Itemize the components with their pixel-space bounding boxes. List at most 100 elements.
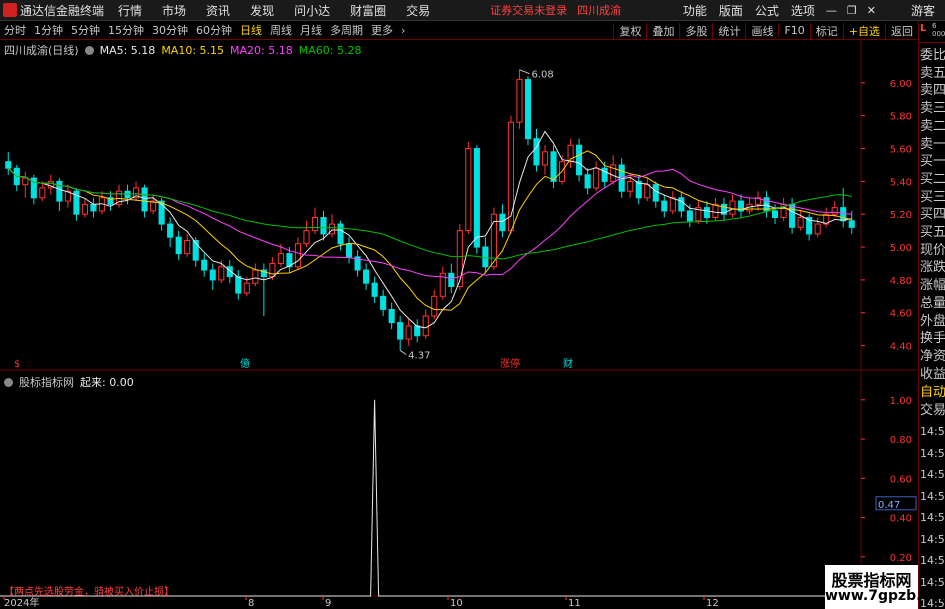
candle-body [524,79,532,140]
menu-news[interactable]: 资讯 [206,2,230,19]
candle-body [678,197,685,212]
candle-body [201,259,208,271]
period-60min[interactable]: 60分钟 [196,22,232,38]
tick-time: 14:56 [920,425,945,438]
gear-icon[interactable] [84,45,94,55]
candle-body [167,223,174,238]
login-status[interactable]: 证券交易未登录 [490,2,567,18]
indicator-panel[interactable]: 1.00 0.80 0.60 0.40 0.20 0.47 2024年 8 9 10 11 12 股标… [0,372,918,609]
candle-body [5,161,12,169]
close-icon[interactable]: ✕ [867,4,876,17]
tool-draw[interactable]: 画线 [745,22,778,39]
candle-body [414,325,421,337]
candle-body [22,177,29,186]
indicator-chart[interactable]: 1.000.800.600.400.200.472024年 8 9 10 11 12 [0,372,918,609]
trade-label[interactable]: 交易 [920,402,945,419]
tool-add-watch[interactable]: +自选 [842,22,885,39]
watermark: 股票指标网 www.7gpzb.com [825,565,945,609]
date-label: 11 [568,598,581,609]
quote-row-label: 卖一 [920,136,945,152]
tool-back[interactable]: 返回 [885,22,918,39]
tool-f10[interactable]: F10 [778,24,809,37]
menu-wealth[interactable]: 财富圈 [350,2,386,19]
menu-function[interactable]: 功能 [683,2,707,19]
quote-row-label: 买三 [920,189,945,205]
candle-body [397,322,404,340]
candle-body [81,203,88,215]
menu-quotes[interactable]: 行情 [118,2,142,19]
tool-adjust[interactable]: 复权 [613,22,646,39]
indicator-label: 起来: 0.00 [80,376,134,389]
period-more[interactable]: 更多 [371,22,393,38]
candle-body [346,243,353,258]
app-title: 通达信金融终端 [20,3,105,18]
menu-ask[interactable]: 问小达 [294,2,330,19]
candle-body [627,180,634,192]
high-label: 6.08 [531,70,553,81]
indicator-y-tick-label: 0.40 [890,514,912,525]
period-multi[interactable]: 多周期 [330,22,363,38]
event-label: 涨停 [500,357,520,370]
candle-body [209,269,216,281]
quote-row-label: 卖三 [920,101,945,117]
period-30min[interactable]: 30分钟 [152,22,188,38]
candle-body [729,200,736,215]
menu-market[interactable]: 市场 [162,2,186,19]
watermark-url: www.7gpzb.com [825,588,945,604]
ma5-label: MA5: 5.18 [99,43,156,57]
candle-body [448,272,455,287]
y-tick-label: 5.80 [890,112,912,123]
candle-body [294,243,301,268]
tool-mark[interactable]: 标记 [809,22,843,39]
candle-body [644,184,651,199]
period-daily[interactable]: 日线 [240,22,262,38]
candle-body [269,262,276,278]
more-arrow-icon[interactable]: › [401,24,405,37]
indicator-line [0,399,860,597]
candle-body [405,325,412,340]
menu-discover[interactable]: 发现 [250,2,274,19]
tool-multi-stock[interactable]: 多股 [679,22,712,39]
candle-body [175,236,182,255]
restore-icon[interactable]: ❐ [847,4,857,17]
kline-panel[interactable]: 6.00 5.80 5.60 5.40 5.20 5.00 4.80 4.60 4.40 6.08… [0,40,918,371]
period-weekly[interactable]: 周线 [270,22,292,38]
candle-body [388,308,395,324]
candle-body [703,207,710,218]
y-tick-label: 5.20 [890,210,912,221]
period-monthly[interactable]: 月线 [300,22,322,38]
menu-layout[interactable]: 版面 [719,2,743,19]
candle-body [584,174,591,189]
app-logo-icon [3,3,17,17]
candle-body [320,216,327,235]
indicator-value-label: 0.47 [878,500,900,511]
y-tick-label: 4.40 [890,342,912,353]
auto-label[interactable]: 自动 [920,384,945,401]
quote-row-label: 涨幅 [920,278,945,294]
quote-row-label: 外盘 [920,313,945,329]
tool-overlay[interactable]: 叠加 [646,22,679,39]
indicator-y-tick-label: 0.80 [890,435,912,446]
candle-body [797,216,804,228]
menu-options[interactable]: 选项 [791,2,815,19]
minimize-icon[interactable]: — [826,4,837,17]
menu-trade[interactable]: 交易 [406,2,430,19]
candle-body [311,216,319,232]
period-5min[interactable]: 5分钟 [71,22,100,38]
guest-user[interactable]: 游客 [911,2,935,19]
gear-icon[interactable] [4,377,13,387]
candle-body [371,282,378,297]
quote-row-label: 卖二 [920,118,945,134]
candle-body [456,230,463,287]
period-tick[interactable]: 分时 [4,22,26,38]
quote-side-panel: L 6 0000 委比卖五卖四卖三卖二卖一买一买二买三买四买五现价涨跌涨幅总量外… [918,21,945,609]
menu-formula[interactable]: 公式 [755,2,779,19]
candle-body [303,230,310,245]
tool-stats[interactable]: 统计 [712,22,745,39]
kline-chart[interactable]: 6.00 5.80 5.60 5.40 5.20 5.00 4.80 4.60 4.40 6.08… [0,40,918,371]
period-toolbar: 分时 1分钟 5分钟 15分钟 30分钟 60分钟 日线 周线 月线 多周期 更… [0,21,918,40]
date-label: 9 [325,598,331,609]
period-15min[interactable]: 15分钟 [108,22,144,38]
period-1min[interactable]: 1分钟 [34,22,63,38]
quote-row-label: 收益 [920,366,945,382]
